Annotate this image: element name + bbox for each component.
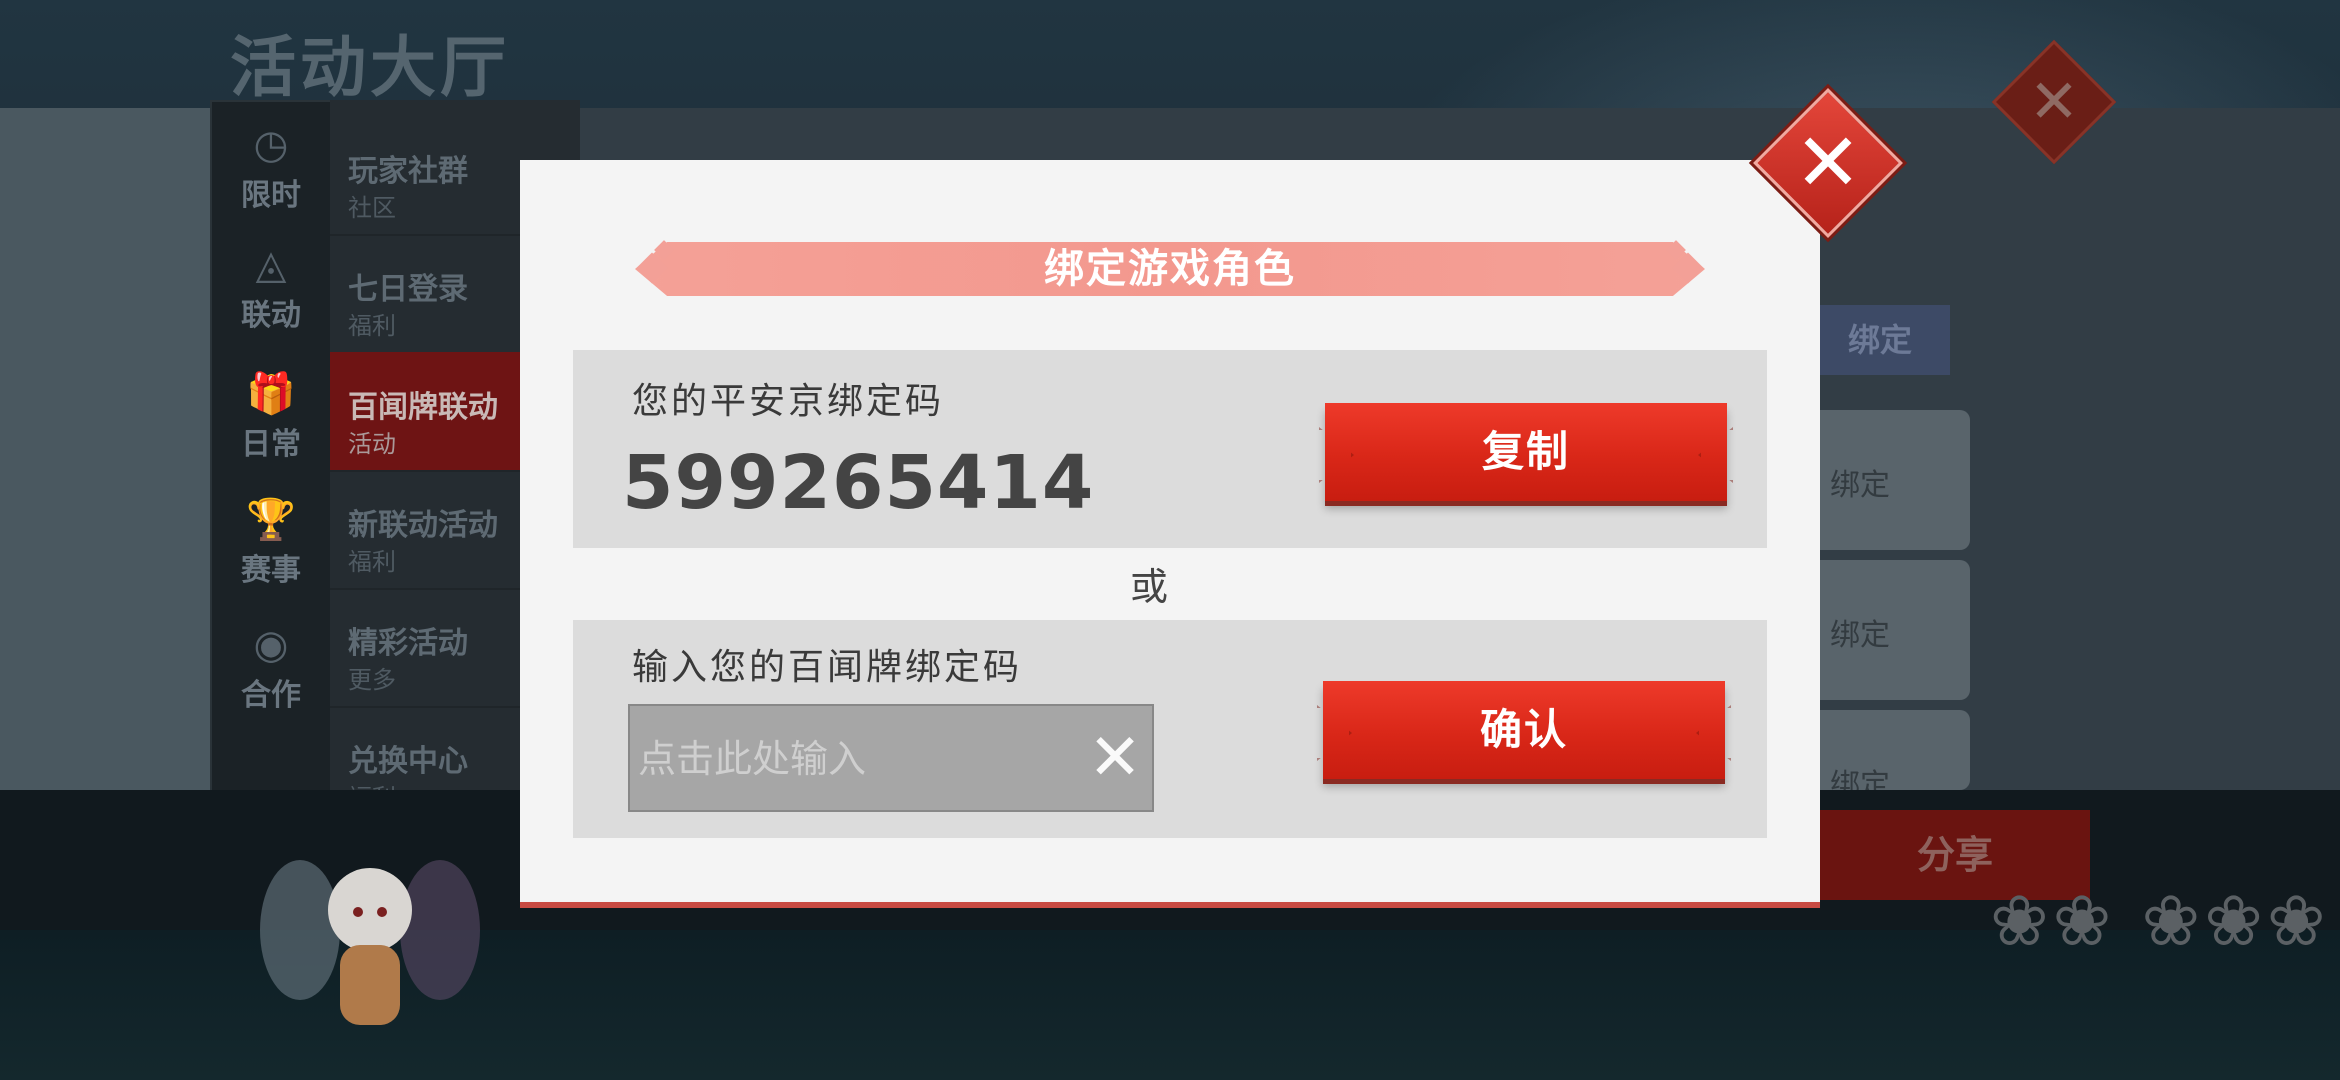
menu-item-sub: 更多 — [348, 666, 396, 694]
close-icon: ✕ — [2028, 67, 2080, 137]
tab-label: 合作 — [241, 678, 301, 713]
handshake-icon: ◉ — [253, 622, 289, 668]
menu-item-sub: 福利 — [348, 312, 396, 340]
dialog-title: 绑定游戏角色 — [1044, 246, 1296, 292]
bind-chip-label: 绑定 — [1830, 618, 1890, 653]
menu-item-title: 新联动活动 — [348, 508, 498, 543]
menu-item-sub: 社区 — [348, 194, 396, 222]
menu-item-title: 玩家社群 — [348, 154, 468, 189]
tab-limited[interactable]: ◷ 限时 — [212, 122, 330, 214]
menu-item-sub: 活动 — [348, 430, 396, 458]
tab-label: 限时 — [241, 178, 301, 213]
flowers-decoration: ❀❀ ❀❀❀ — [1990, 880, 2330, 962]
bind-code-input-box[interactable]: ✕ — [628, 704, 1154, 812]
banner-art-left — [0, 108, 220, 790]
clear-input-icon[interactable]: ✕ — [1080, 720, 1150, 796]
bind-chip-label: 绑定 — [1830, 468, 1890, 503]
clock-icon: ◷ — [253, 122, 289, 168]
menu-item-title: 百闻牌联动 — [348, 390, 498, 425]
input-code-label: 输入您的百闻牌绑定码 — [632, 647, 1023, 688]
menu-item-title: 七日登录 — [348, 272, 468, 307]
hall-title: 活动大厅 — [230, 29, 510, 106]
menu-item-title: 精彩活动 — [348, 626, 468, 661]
tab-daily[interactable]: 🎁 日常 — [212, 370, 330, 463]
chibi-character-icon — [260, 860, 480, 1025]
tab-label: 赛事 — [241, 553, 301, 588]
tab-events[interactable]: 🏆 赛事 — [212, 496, 330, 589]
trophy-icon: 🏆 — [246, 497, 296, 543]
tab-label: 联动 — [241, 298, 301, 333]
menu-item-sub: 福利 — [348, 548, 396, 576]
menu-item-title: 兑换中心 — [348, 744, 468, 779]
tab-label: 日常 — [241, 427, 301, 462]
tab-collab[interactable]: ◬ 联动 — [212, 242, 330, 334]
tab-partner[interactable]: ◉ 合作 — [212, 622, 330, 714]
close-icon: ✕ — [1794, 116, 1862, 209]
gift-icon: 🎁 — [246, 371, 296, 417]
link-icon: ◬ — [255, 242, 287, 288]
my-code-label: 您的平安京绑定码 — [632, 381, 945, 422]
confirm-button[interactable]: 确认 — [1323, 681, 1725, 779]
my-bind-code: 599265414 — [622, 440, 1095, 526]
bind-header: 绑定 — [1810, 305, 1950, 375]
or-separator: 或 — [1130, 565, 1169, 609]
copy-button[interactable]: 复制 — [1325, 403, 1727, 501]
bind-code-input[interactable] — [630, 706, 1080, 812]
